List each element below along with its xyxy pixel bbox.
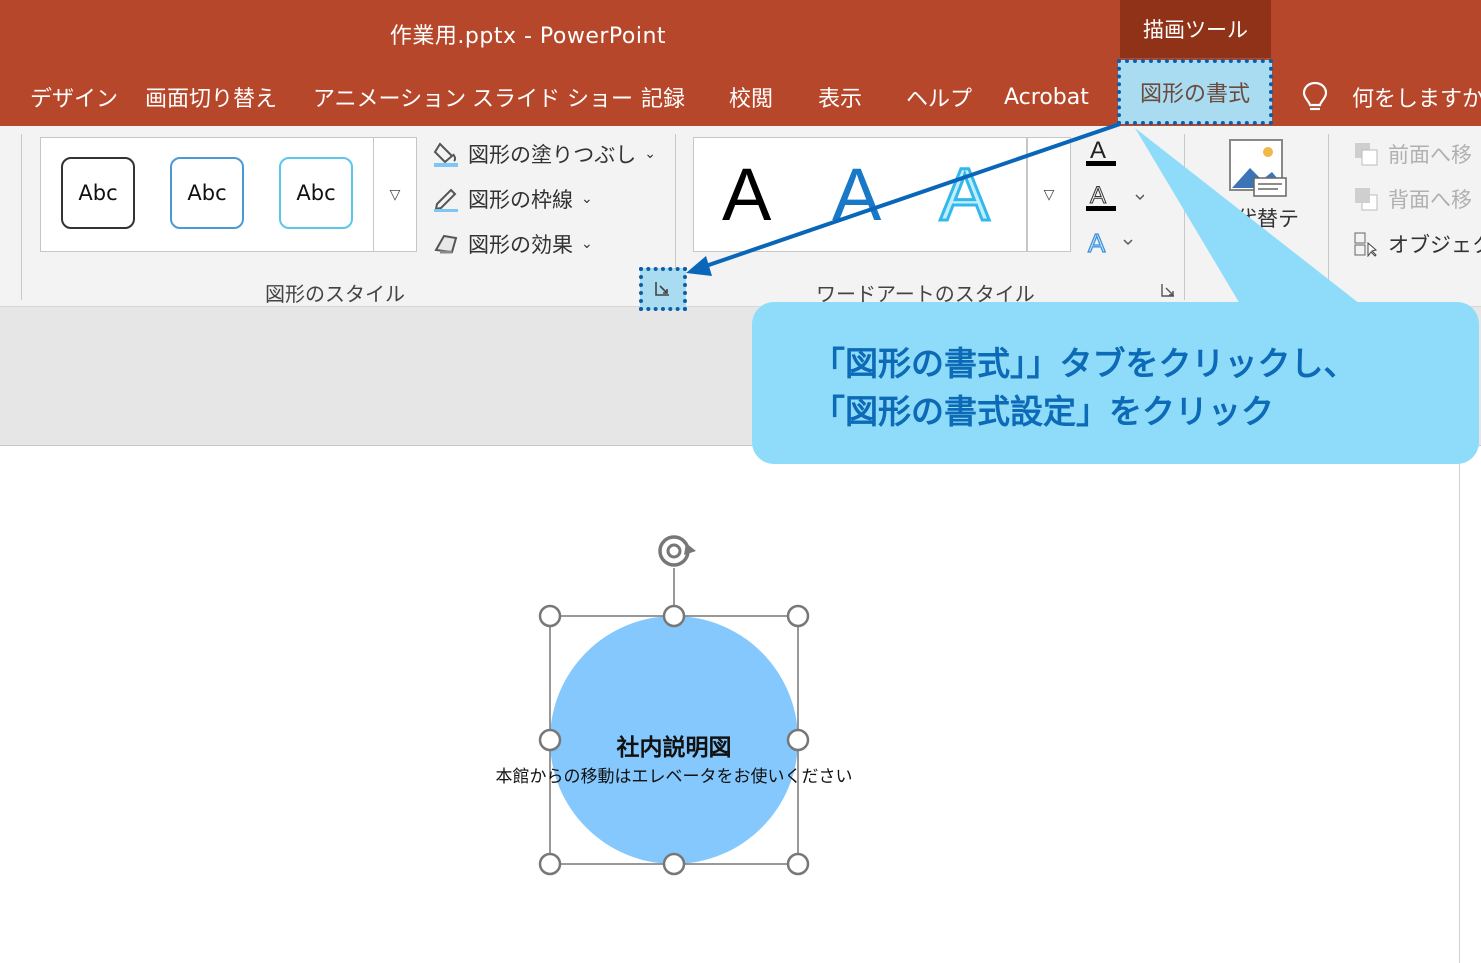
resize-handle[interactable] (538, 852, 562, 876)
selection-pane-button[interactable]: オブジェクト (1352, 228, 1481, 260)
lightbulb-icon[interactable] (1300, 78, 1332, 116)
resize-handle[interactable] (786, 852, 810, 876)
resize-handle[interactable] (786, 604, 810, 628)
svg-text:A: A (1088, 228, 1106, 258)
window-title: 作業用.pptx - PowerPoint (389, 24, 667, 49)
chevron-down-icon: ⌄ (581, 236, 593, 252)
send-backward-button[interactable]: 背面へ移 (1352, 183, 1472, 215)
tab-acrobat[interactable]: Acrobat (1004, 78, 1089, 116)
wordart-preset[interactable]: A (938, 150, 990, 240)
tab-review[interactable]: 校閲 (729, 78, 773, 116)
send-backward-label: 背面へ移 (1388, 188, 1472, 212)
dialog-launcher-icon (655, 282, 669, 296)
rotate-handle-icon[interactable] (658, 535, 696, 567)
drawing-tools-context-label: 描画ツール (1120, 0, 1271, 58)
resize-handle[interactable] (662, 852, 686, 876)
tab-shape-format[interactable]: 図形の書式 (1117, 59, 1273, 125)
chevron-down-icon: ⌄ (644, 146, 656, 162)
callout-line-2: 「図形の書式設定」をクリック (812, 392, 1274, 431)
bring-forward-button[interactable]: 前面へ移 (1352, 138, 1472, 170)
shape-style-preset[interactable]: Abc (170, 157, 244, 229)
paint-bucket-icon (432, 140, 460, 168)
group-divider (21, 134, 22, 300)
shape-effects-icon (432, 230, 460, 258)
wordart-preset[interactable]: A (722, 150, 771, 240)
shape-outline-label: 図形の枠線 (468, 188, 573, 212)
tab-view[interactable]: 表示 (818, 78, 862, 116)
wordart-preset[interactable]: A (832, 150, 881, 240)
gallery-more-button[interactable]: ▽ (1027, 137, 1071, 252)
chevron-down-icon: ⌄ (581, 191, 593, 207)
shape-title-text: 社内説明図 (616, 735, 732, 761)
shape-fill-label: 図形の塗りつぶし (468, 143, 637, 167)
shape-effects-button[interactable]: 図形の効果 ⌄ (432, 228, 593, 260)
tab-design[interactable]: デザイン (30, 78, 118, 116)
vertical-scrollbar[interactable] (1459, 446, 1481, 963)
shape-styles-dialog-launcher[interactable] (639, 267, 687, 311)
callout-line-1: 「図形の書式」」タブをクリックし、 (812, 344, 1357, 383)
tab-animations[interactable]: アニメーション (313, 78, 466, 116)
tab-record[interactable]: 記録 (641, 78, 685, 116)
callout-text: 「図形の書式」」タブをクリックし、 「図形の書式設定」をクリック (812, 340, 1452, 436)
callout-pointer (1135, 128, 1360, 304)
shape-styles-group-label: 図形のスタイル (265, 282, 405, 306)
text-fill-icon[interactable]: A (1084, 136, 1118, 170)
bring-forward-label: 前面へ移 (1388, 143, 1472, 167)
resize-handle[interactable] (662, 604, 686, 628)
tell-me-search[interactable]: 何をしますか (1352, 78, 1481, 116)
shape-style-preset[interactable]: Abc (279, 157, 353, 229)
tab-slide-show[interactable]: スライド ショー (472, 78, 633, 116)
tab-transitions[interactable]: 画面切り替え (145, 78, 277, 116)
pencil-icon (432, 185, 460, 213)
shape-effects-label: 図形の効果 (468, 233, 573, 257)
shape-fill-button[interactable]: 図形の塗りつぶし ⌄ (432, 138, 656, 170)
resize-handle[interactable] (538, 604, 562, 628)
shape-subtitle-text: 本館からの移動はエレベータをお使いください (495, 767, 853, 787)
shape-outline-button[interactable]: 図形の枠線 ⌄ (432, 183, 593, 215)
tab-help[interactable]: ヘルプ (906, 78, 972, 116)
svg-text:A: A (1090, 182, 1106, 209)
gallery-more-button[interactable]: ▽ (373, 137, 417, 252)
svg-text:A: A (1090, 137, 1106, 164)
selected-shape[interactable] (440, 520, 900, 890)
selection-pane-label: オブジェクト (1388, 233, 1481, 257)
shape-style-preset[interactable]: Abc (61, 157, 135, 229)
